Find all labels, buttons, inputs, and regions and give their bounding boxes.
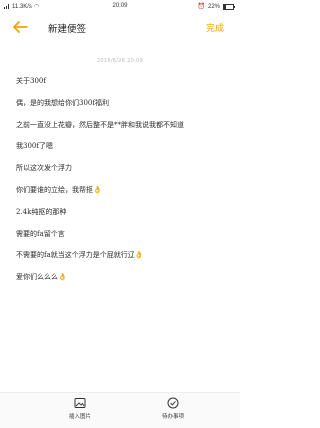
- note-line: 之前一直没上花瓣，然后整不是**胖和我说我都不知道: [16, 120, 184, 129]
- note-date: 2016/6/26 20:09: [96, 58, 144, 64]
- image-icon: [74, 398, 86, 408]
- page-title: 新建便签: [48, 24, 87, 35]
- note-line: 关于300f: [16, 77, 46, 85]
- todo-button[interactable]: 待办事项: [133, 397, 213, 420]
- insert-image-label: 插入图片: [68, 414, 91, 420]
- note-line: 2.4k纯抠的那种: [16, 207, 67, 216]
- note-line: 不需要的fa就当这个浮力是个屁就行辽👌: [16, 251, 144, 260]
- battery-percent: 22%: [207, 3, 220, 10]
- note-line: 你们要谁的立绘，我帮抠👌: [16, 185, 102, 194]
- note-line: 需要的fa留个言: [16, 229, 65, 238]
- note-line: 我300f了嗯: [16, 142, 53, 151]
- note-line: 所以这次发个浮力: [16, 164, 72, 173]
- toolbar: 新建便签 完成: [0, 14, 240, 40]
- check-circle-icon: [167, 397, 179, 409]
- todo-label: 待办事项: [161, 414, 184, 420]
- note-line: 爱你们么么么👌: [16, 273, 67, 282]
- alarm-icon: ⏰: [197, 4, 205, 10]
- done-button[interactable]: 完成: [206, 21, 224, 34]
- back-arrow-icon[interactable]: [12, 20, 28, 34]
- status-bar: 11.3K/s ◠ 20:09 ⏰ 22%: [0, 0, 240, 14]
- battery-icon: [223, 3, 235, 10]
- note-body[interactable]: 关于300f 偶，是的我想给你们300f福利 之前一直没上花瓣，然后整不是**胖…: [16, 76, 231, 294]
- note-line: 偶，是的我想给你们300f福利: [16, 98, 109, 107]
- insert-image-button[interactable]: 插入图片: [40, 397, 120, 420]
- bottom-action-bar: 插入图片 待办事项: [0, 392, 240, 428]
